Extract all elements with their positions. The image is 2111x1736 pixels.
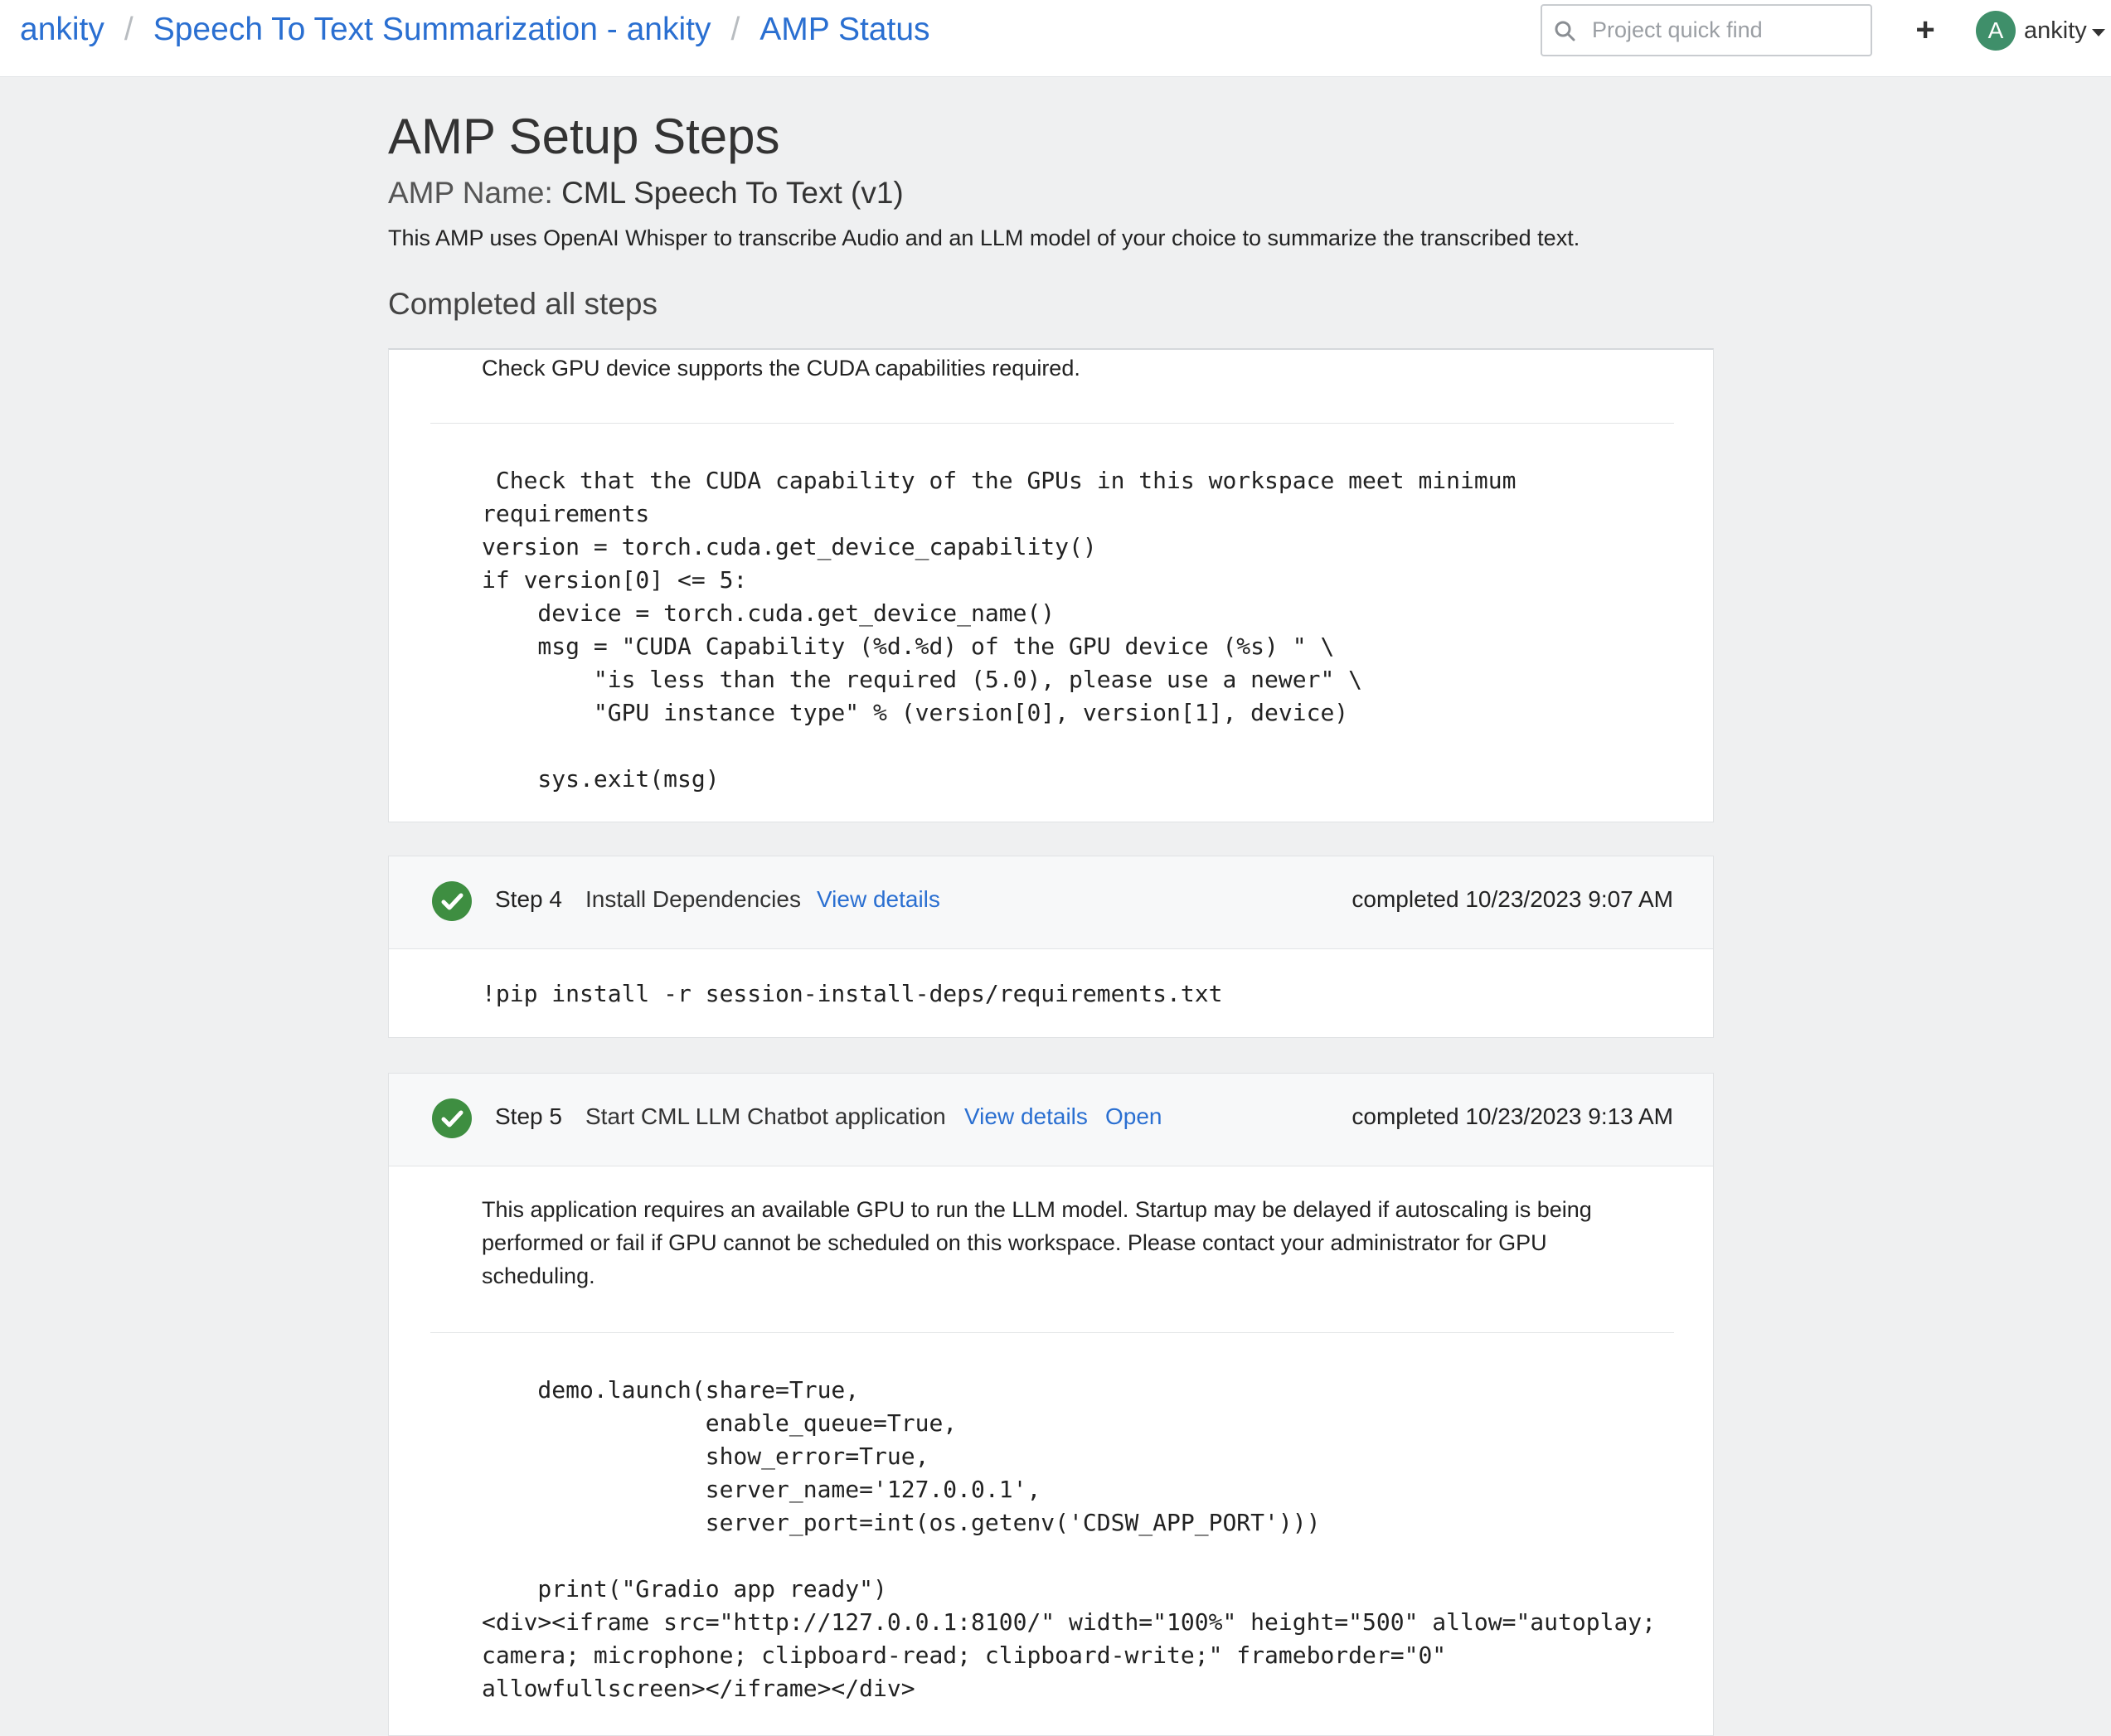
- page-title: AMP Setup Steps: [388, 109, 780, 164]
- breadcrumb-item-amp-status[interactable]: AMP Status: [759, 12, 929, 48]
- step-4-card: Step 4 Install Dependencies View details…: [388, 856, 1714, 1038]
- step-5-card: Step 5 Start CML LLM Chatbot application…: [388, 1073, 1714, 1736]
- step-number: Step 4: [495, 886, 562, 912]
- step-3-code: Check that the CUDA capability of the GP…: [482, 467, 1517, 793]
- step-4-header: Step 4 Install Dependencies View details…: [389, 856, 1713, 949]
- breadcrumb-separator: /: [730, 12, 740, 47]
- step-4-code: !pip install -r session-install-deps/req…: [482, 980, 1223, 1007]
- add-icon[interactable]: +: [1909, 10, 1942, 50]
- project-search-input[interactable]: Project quick find: [1541, 4, 1872, 56]
- avatar: A: [1976, 11, 2016, 51]
- check-circle-icon: [432, 881, 472, 921]
- user-name: ankity: [2024, 17, 2087, 44]
- breadcrumb-item-project[interactable]: Speech To Text Summarization - ankity: [153, 12, 711, 48]
- user-menu[interactable]: A ankity: [1976, 10, 2105, 51]
- check-circle-icon: [432, 1098, 472, 1138]
- amp-description: This AMP uses OpenAI Whisper to transcri…: [388, 225, 1580, 250]
- step-number: Step 5: [495, 1103, 562, 1129]
- search-icon: [1555, 21, 1575, 41]
- step-title: Start CML LLM Chatbot application: [585, 1103, 946, 1129]
- amp-name: AMP Name: CML Speech To Text (v1): [388, 176, 904, 211]
- top-navbar: ankity / Speech To Text Summarization - …: [0, 0, 2111, 77]
- open-app-link[interactable]: Open: [1105, 1103, 1162, 1130]
- amp-name-label: AMP Name:: [388, 176, 553, 210]
- breadcrumb-separator: /: [124, 12, 133, 47]
- divider: [430, 423, 1674, 424]
- chevron-down-icon: [2091, 28, 2105, 36]
- step-5-code: demo.launch(share=True, enable_queue=Tru…: [482, 1376, 1657, 1702]
- view-details-link[interactable]: View details: [964, 1103, 1088, 1130]
- breadcrumb: ankity / Speech To Text Summarization - …: [20, 0, 930, 60]
- step-3-details: Check GPU device supports the CUDA capab…: [388, 348, 1714, 822]
- search-placeholder: Project quick find: [1592, 17, 1763, 42]
- step-5-description: This application requires an available G…: [482, 1197, 1592, 1288]
- breadcrumb-item-user[interactable]: ankity: [20, 12, 104, 48]
- step-completed-time: completed 10/23/2023 9:07 AM: [1352, 886, 1673, 912]
- amp-name-value: CML Speech To Text (v1): [561, 176, 904, 210]
- step-completed-time: completed 10/23/2023 9:13 AM: [1352, 1103, 1673, 1129]
- step-5-header: Step 5 Start CML LLM Chatbot application…: [389, 1074, 1713, 1166]
- step-title: Install Dependencies: [585, 886, 801, 912]
- setup-status: Completed all steps: [388, 287, 658, 321]
- step-3-description: Check GPU device supports the CUDA capab…: [482, 356, 1080, 381]
- divider: [430, 1332, 1674, 1333]
- view-details-link[interactable]: View details: [817, 886, 940, 913]
